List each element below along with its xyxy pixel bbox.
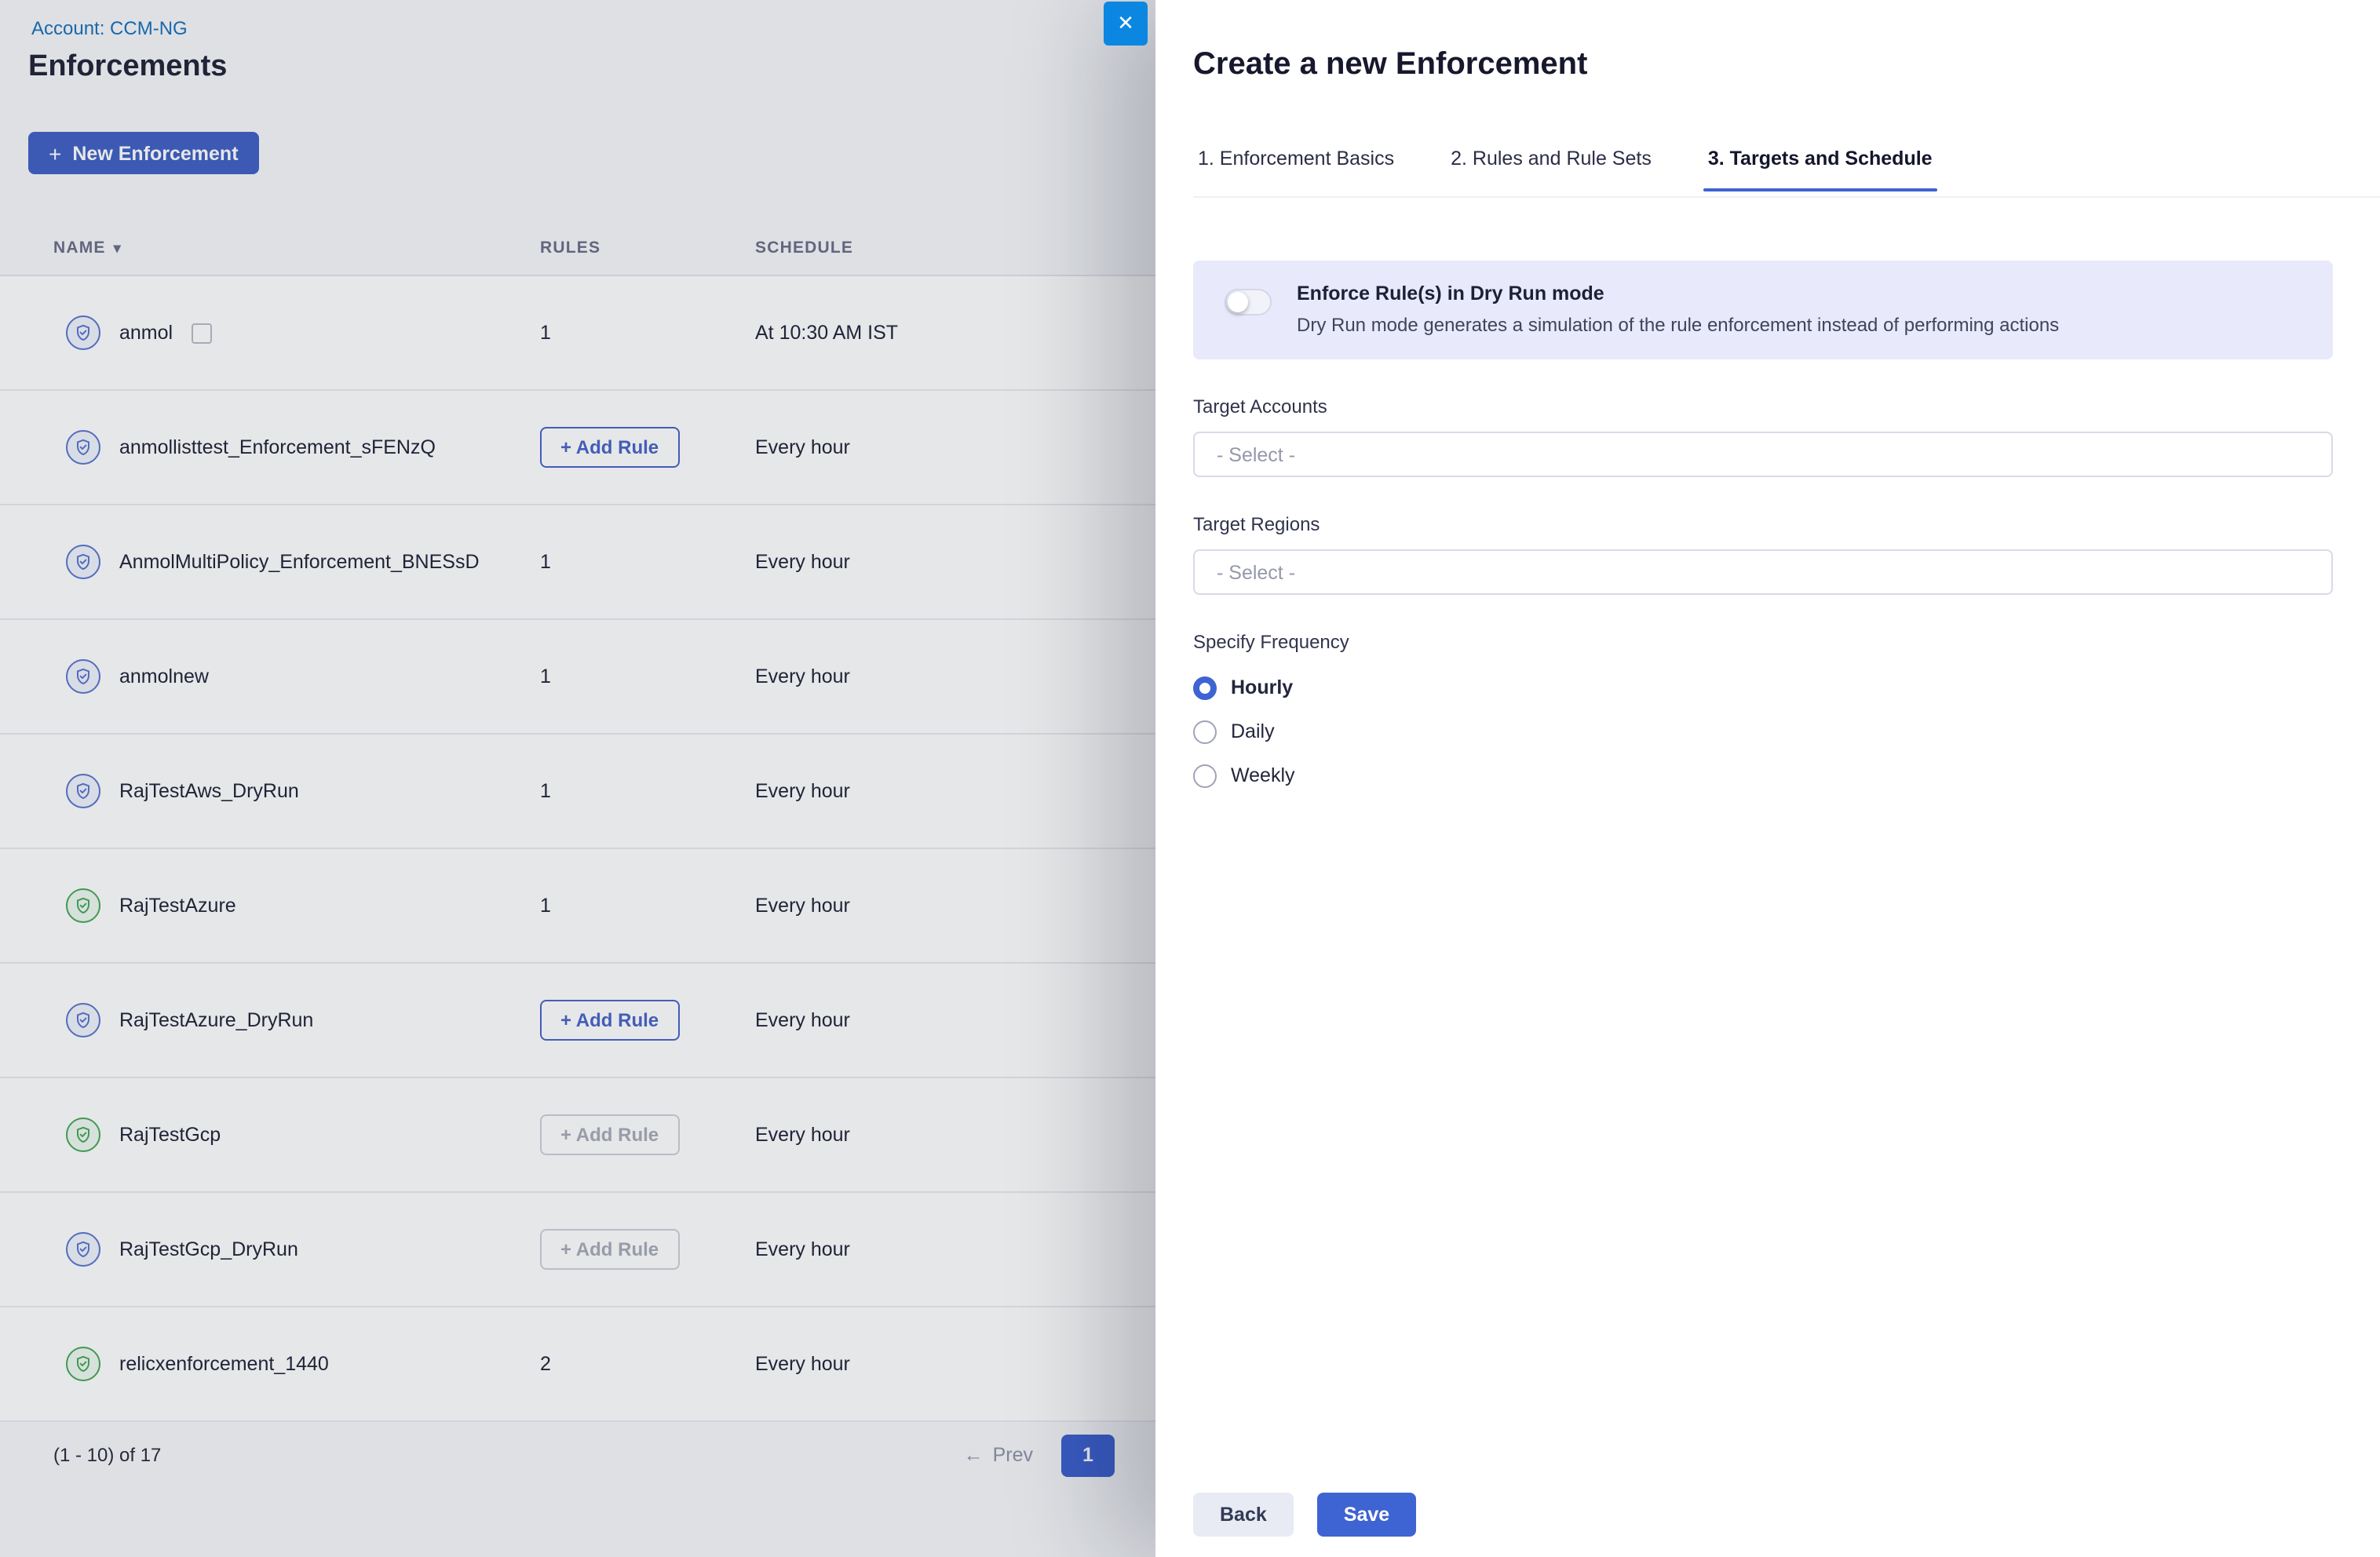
tab-3-targets-and-schedule[interactable]: 3. Targets and Schedule [1703, 144, 1937, 190]
app-root: Account: CCM-NG Enforcements + New Enfor… [0, 0, 2380, 1557]
frequency-radio-group: Hourly Daily Weekly [1193, 672, 2333, 791]
target-regions-select[interactable]: - Select - [1193, 549, 2333, 595]
radio-button-icon [1193, 676, 1217, 699]
target-regions-label: Target Regions [1193, 513, 2333, 535]
frequency-option-label: Daily [1231, 720, 1275, 742]
tab-2-rules-and-rule-sets[interactable]: 2. Rules and Rule Sets [1446, 144, 1656, 190]
dry-run-toggle[interactable] [1225, 289, 1272, 315]
radio-button-icon [1193, 764, 1217, 787]
drawer-tabs: 1. Enforcement Basics 2. Rules and Rule S… [1193, 144, 2380, 198]
specify-frequency-label: Specify Frequency [1193, 631, 2333, 653]
drawer-content: Enforce Rule(s) in Dry Run mode Dry Run … [1193, 261, 2333, 804]
frequency-option-label: Hourly [1231, 676, 1293, 698]
target-regions-placeholder: - Select - [1217, 561, 1295, 583]
frequency-option-label: Weekly [1231, 764, 1295, 786]
create-enforcement-drawer: ✕ Create a new Enforcement 1. Enforcemen… [1155, 0, 2380, 1557]
target-accounts-placeholder: - Select - [1217, 443, 1295, 465]
tab-1-enforcement-basics[interactable]: 1. Enforcement Basics [1193, 144, 1399, 190]
dry-run-text: Enforce Rule(s) in Dry Run mode Dry Run … [1297, 283, 2059, 336]
radio-button-icon [1193, 720, 1217, 743]
close-icon: ✕ [1117, 11, 1134, 36]
target-accounts-label: Target Accounts [1193, 396, 2333, 418]
toggle-knob-icon [1228, 292, 1248, 312]
dry-run-banner: Enforce Rule(s) in Dry Run mode Dry Run … [1193, 261, 2333, 359]
target-accounts-select[interactable]: - Select - [1193, 432, 2333, 477]
back-button[interactable]: Back [1193, 1493, 1294, 1537]
dry-run-title: Enforce Rule(s) in Dry Run mode [1297, 283, 2059, 304]
drawer-footer: Back Save [1193, 1493, 1416, 1537]
dry-run-description: Dry Run mode generates a simulation of t… [1297, 314, 2059, 336]
close-button[interactable]: ✕ [1104, 2, 1148, 46]
frequency-option-daily[interactable]: Daily [1193, 716, 2333, 747]
frequency-option-weekly[interactable]: Weekly [1193, 760, 2333, 791]
frequency-option-hourly[interactable]: Hourly [1193, 672, 2333, 703]
save-button[interactable]: Save [1317, 1493, 1416, 1537]
drawer-title: Create a new Enforcement [1193, 47, 1587, 83]
